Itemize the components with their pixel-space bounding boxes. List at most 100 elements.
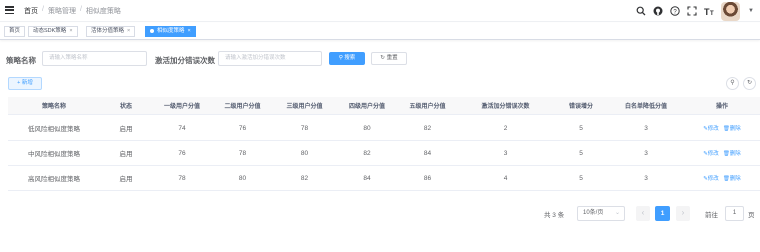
cell-activation-count: 2	[503, 124, 508, 132]
cell-actions: ✎修改 🗑删除	[684, 116, 760, 140]
close-icon[interactable]: ×	[69, 28, 72, 34]
reset-button-label: 重置	[386, 55, 398, 61]
cell-level1: 78	[178, 174, 186, 182]
cell-actions: ✎修改 🗑删除	[684, 166, 760, 190]
refresh-icon: ↻	[746, 80, 753, 86]
navbar: 首页 / 策略管理 / 相似度策略 ? TT ▼	[0, 0, 760, 22]
tag-home[interactable]: 首页	[4, 26, 26, 37]
hamburger-menu-icon[interactable]	[5, 6, 14, 15]
trash-icon: 🗑	[722, 126, 730, 132]
cell-policy-name: 低风险相似度策略	[28, 126, 80, 133]
tag-label: 首页	[9, 28, 21, 34]
search-button-label: 搜索	[344, 55, 356, 61]
caret-down-icon[interactable]: ▼	[748, 8, 754, 14]
cell-level2: 80	[238, 174, 247, 182]
goto-suffix: 页	[748, 211, 755, 219]
cell-level2: 78	[238, 149, 247, 157]
cell-policy-name: 高风险相似度策略	[28, 176, 80, 183]
cell-status: 启用	[119, 176, 133, 183]
font-size-icon[interactable]: TT	[702, 4, 716, 18]
cell-level1: 74	[178, 124, 186, 132]
cell-level4: 84	[363, 174, 371, 182]
edit-label: 修改	[707, 176, 719, 182]
column-header-whitelist-reduction: 白名单降低分值	[624, 104, 667, 110]
reset-button[interactable]: ↻ 重置	[371, 52, 407, 65]
close-icon[interactable]: ×	[188, 28, 191, 34]
cell-level5: 84	[423, 149, 432, 157]
cell-level2: 76	[238, 124, 247, 132]
column-header-actions: 操作	[715, 104, 728, 110]
help-icon[interactable]: ?	[668, 4, 682, 18]
edit-label: 修改	[707, 126, 719, 132]
cell-error-increment: 5	[579, 149, 583, 157]
search-icon[interactable]	[634, 4, 648, 18]
cell-level3: 82	[300, 174, 309, 182]
breadcrumb-home[interactable]: 首页	[24, 6, 38, 16]
delete-label: 删除	[729, 176, 741, 182]
cell-status: 启用	[119, 126, 133, 133]
policy-name-input[interactable]: 请输入策略名称	[42, 51, 147, 66]
breadcrumb-current: 相似度策略	[85, 8, 121, 15]
trash-icon: 🗑	[722, 176, 730, 182]
activation-count-label: 激活加分错误次数	[155, 56, 215, 65]
column-header-error-increment: 错误增分	[568, 104, 593, 110]
edit-label: 修改	[707, 151, 719, 157]
pagination-total: 共 3 条	[544, 211, 565, 219]
delete-link[interactable]: 🗑删除	[723, 174, 741, 182]
active-dot-icon	[150, 28, 154, 33]
tag-dynamic-sdk[interactable]: 动态SDK策略 ×	[28, 26, 78, 37]
column-header-level1: 一级用户分值	[163, 104, 200, 110]
edit-link[interactable]: ✎修改	[703, 149, 719, 157]
delete-link[interactable]: 🗑删除	[723, 149, 741, 157]
tag-label: 活体分值策略	[91, 28, 125, 34]
breadcrumb-separator: /	[79, 6, 82, 13]
delete-link[interactable]: 🗑删除	[723, 124, 741, 132]
table-row: 高风险相似度策略 启用 78 80 82 84 86 4 5 3 ✎修改 🗑删除	[8, 166, 760, 191]
cell-error-increment: 5	[579, 124, 583, 132]
cell-activation-count: 4	[503, 174, 508, 182]
edit-link[interactable]: ✎修改	[703, 174, 719, 182]
table-row: 中风险相似度策略 启用 76 78 80 82 84 3 5 3 ✎修改 🗑删除	[8, 141, 760, 166]
cell-level5: 82	[423, 124, 432, 132]
activation-count-input[interactable]: 请输入激活加分错误次数	[218, 51, 322, 66]
prev-page-button[interactable]: ‹	[636, 206, 650, 221]
cell-policy-name: 中风险相似度策略	[28, 151, 80, 158]
goto-page-input[interactable]: 1	[725, 206, 744, 221]
add-button[interactable]: + 新增	[8, 77, 42, 90]
page-size-select[interactable]: 10条/页 ⌄	[577, 206, 625, 221]
user-avatar[interactable]	[721, 1, 741, 21]
cell-level3: 80	[300, 149, 309, 157]
close-icon[interactable]: ×	[127, 28, 130, 34]
page-number-current[interactable]: 1	[655, 206, 670, 221]
fullscreen-icon[interactable]	[685, 4, 699, 18]
edit-link[interactable]: ✎修改	[703, 124, 719, 132]
cell-whitelist-reduction: 3	[644, 149, 648, 157]
refresh-button[interactable]: ↻	[743, 77, 756, 90]
tag-liveness-score[interactable]: 活体分值策略 ×	[86, 26, 136, 37]
column-header-level2: 二级用户分值	[224, 104, 261, 110]
cell-level5: 86	[423, 174, 432, 182]
chevron-left-icon: ‹	[641, 208, 645, 217]
column-header-level5: 五级用户分值	[409, 104, 446, 110]
policy-name-label: 策略名称	[6, 56, 36, 65]
next-page-button[interactable]: ›	[676, 206, 690, 221]
refresh-icon: ↻	[380, 55, 386, 61]
cell-level4: 82	[363, 149, 371, 157]
chevron-down-icon: ⌄	[614, 210, 620, 216]
column-header-level4: 四级用户分值	[348, 104, 385, 110]
column-header-activation-count: 激活加分错误次数	[481, 104, 530, 110]
search-toggle-button[interactable]: ⚲	[726, 77, 739, 90]
cell-whitelist-reduction: 3	[644, 174, 648, 182]
add-button-label: 新增	[21, 80, 33, 86]
search-button[interactable]: ⚲ 搜索	[329, 52, 365, 65]
github-icon[interactable]	[651, 4, 665, 18]
tag-similarity[interactable]: 相似度策略 ×	[145, 26, 196, 37]
goto-prefix: 前往	[705, 211, 718, 219]
trash-icon: 🗑	[722, 151, 730, 157]
cell-error-increment: 5	[579, 174, 583, 182]
column-header-status: 状态	[119, 104, 132, 110]
breadcrumb-policy-management: 策略管理	[47, 8, 76, 15]
chevron-right-icon: ›	[681, 208, 685, 217]
delete-label: 删除	[729, 151, 741, 157]
tag-label: 动态SDK策略	[33, 28, 67, 34]
